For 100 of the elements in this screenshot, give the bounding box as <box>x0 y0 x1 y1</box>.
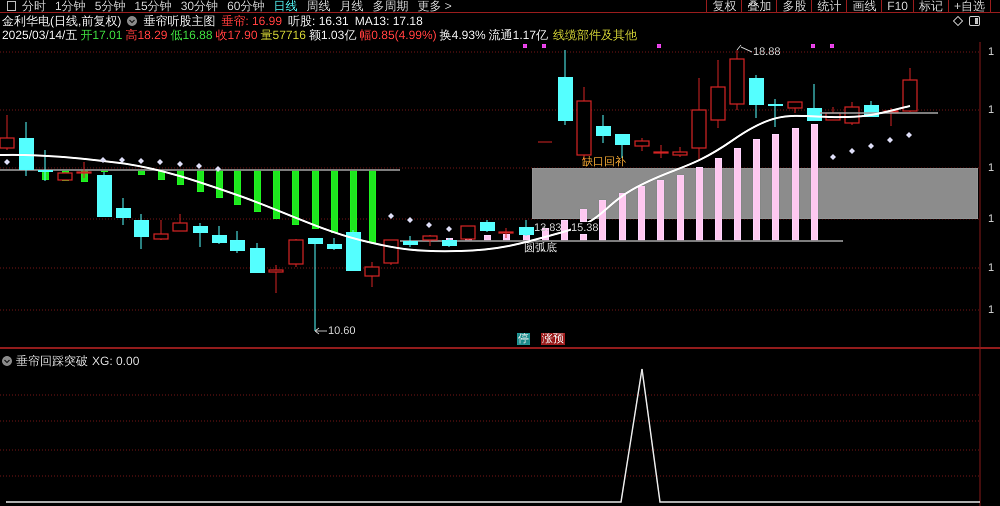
candlestick <box>825 106 841 121</box>
candlestick <box>230 230 245 254</box>
quote-value: 听股: 16.31 <box>288 14 349 28</box>
histogram-bar <box>234 170 241 205</box>
histogram-bar <box>254 170 261 212</box>
axis-label: 1 <box>988 304 994 316</box>
quote-value: 流通1.17亿 <box>488 28 548 42</box>
quote-value: 量57716 <box>260 28 306 42</box>
period-tab[interactable]: 日线 <box>273 0 298 12</box>
candlestick <box>653 144 669 158</box>
period-tab[interactable]: 更多 > <box>417 0 452 12</box>
leader-line <box>736 44 752 52</box>
toolbar-button[interactable]: 多股 <box>776 0 812 12</box>
histogram-bar <box>619 193 626 240</box>
histogram-bar <box>638 186 645 240</box>
candlestick <box>460 225 476 240</box>
histogram-bar <box>657 180 664 240</box>
signal-badge: 停 <box>517 333 530 345</box>
candlestick <box>288 238 304 268</box>
indicator-name: 垂帘听股主图 <box>143 14 216 28</box>
candlestick <box>807 84 822 122</box>
dropdown-icon[interactable] <box>127 16 138 26</box>
axis-label: 1 <box>988 104 994 116</box>
quote-value: 额1.03亿 <box>308 28 356 42</box>
toolbar-button[interactable]: 标记 <box>912 0 948 12</box>
candlestick <box>787 101 803 114</box>
candlestick <box>768 98 783 128</box>
dropdown-icon[interactable] <box>2 356 12 366</box>
candlestick <box>0 114 15 150</box>
axis-label: 1 <box>988 46 994 58</box>
quote-value: 换4.93% <box>440 28 486 42</box>
sidebar-toggle-icon[interactable] <box>969 16 980 26</box>
candlestick <box>442 238 457 248</box>
candlestick <box>383 239 399 266</box>
candlestick <box>172 214 188 232</box>
quote-value: MA13: 17.18 <box>354 14 423 28</box>
candlestick <box>212 226 227 244</box>
candlestick <box>844 102 860 126</box>
indicator-title: 垂帘回踩突破 <box>16 353 88 370</box>
candlestick <box>153 220 169 240</box>
signal-label: 圆弧底 <box>524 242 557 254</box>
period-tab[interactable]: 多周期 <box>372 0 408 12</box>
candlestick <box>902 68 918 112</box>
candlestick <box>498 228 514 238</box>
period-tab[interactable]: 15分钟 <box>134 0 172 12</box>
candlestick <box>19 122 34 176</box>
histogram-bar <box>484 235 491 240</box>
period-tab[interactable]: 1分钟 <box>55 0 86 12</box>
quote-value: 低16.88 <box>170 28 212 42</box>
histogram-bar <box>331 170 338 233</box>
quote-value: 垂帘: 16.99 <box>221 14 282 28</box>
toolbar-button[interactable]: 复权 <box>706 0 742 12</box>
price-label: 18.88 <box>753 46 781 58</box>
histogram-bar <box>561 220 568 240</box>
candlestick <box>364 262 380 288</box>
period-tab[interactable]: 月线 <box>339 0 364 12</box>
axis-label: 1 <box>988 213 994 225</box>
histogram-bar <box>350 170 357 232</box>
candlestick <box>346 230 361 272</box>
period-tab[interactable]: 周线 <box>306 0 330 12</box>
date-text: 2025/03/14/五 <box>2 28 78 42</box>
toolbar-button[interactable]: 统计 <box>811 0 846 12</box>
candlestick <box>729 50 745 110</box>
quote-value: 收17.90 <box>216 28 258 42</box>
toolbar-button[interactable]: 画线 <box>846 0 882 12</box>
toolbar-button[interactable]: +自选 <box>948 0 990 12</box>
panel-toggle-icon[interactable] <box>6 1 16 11</box>
period-tab[interactable]: 5分钟 <box>94 0 126 12</box>
histogram-bar <box>446 238 453 240</box>
quote-value: 高18.29 <box>125 28 168 42</box>
diamond-icon[interactable] <box>953 16 963 26</box>
candlestick <box>134 214 149 250</box>
candlestick <box>672 146 688 158</box>
candlestick <box>422 234 438 246</box>
candlestick <box>76 162 92 178</box>
period-tab[interactable]: 分时 <box>22 0 46 12</box>
candlestick <box>710 60 726 128</box>
period-tab[interactable]: 60分钟 <box>227 0 264 12</box>
histogram-bar <box>312 170 319 229</box>
candlestick <box>480 220 495 232</box>
candlestick <box>596 114 611 144</box>
sector-text: 线缆部件及其他 <box>553 28 638 42</box>
toolbar-button[interactable]: 叠加 <box>741 0 776 12</box>
stock-title: 金利华电(日线,前复权) <box>2 14 122 28</box>
candlestick <box>116 198 131 226</box>
leader-line <box>314 328 328 334</box>
histogram-bar <box>677 175 684 240</box>
candlestick <box>193 222 208 248</box>
histogram-bar <box>138 170 145 175</box>
candlestick <box>883 108 899 126</box>
histogram-bar <box>273 170 280 219</box>
period-tab[interactable]: 30分钟 <box>180 0 218 12</box>
quote-value: 幅0.85(4.99%) <box>359 28 437 42</box>
candlestick <box>749 74 764 118</box>
histogram-bar <box>599 200 606 240</box>
candlestick <box>403 236 418 248</box>
axis-label: 1 <box>988 162 994 174</box>
toolbar-button[interactable]: F10 <box>881 0 913 12</box>
quote-value: 开17.01 <box>80 28 122 42</box>
candlestick <box>57 172 73 181</box>
